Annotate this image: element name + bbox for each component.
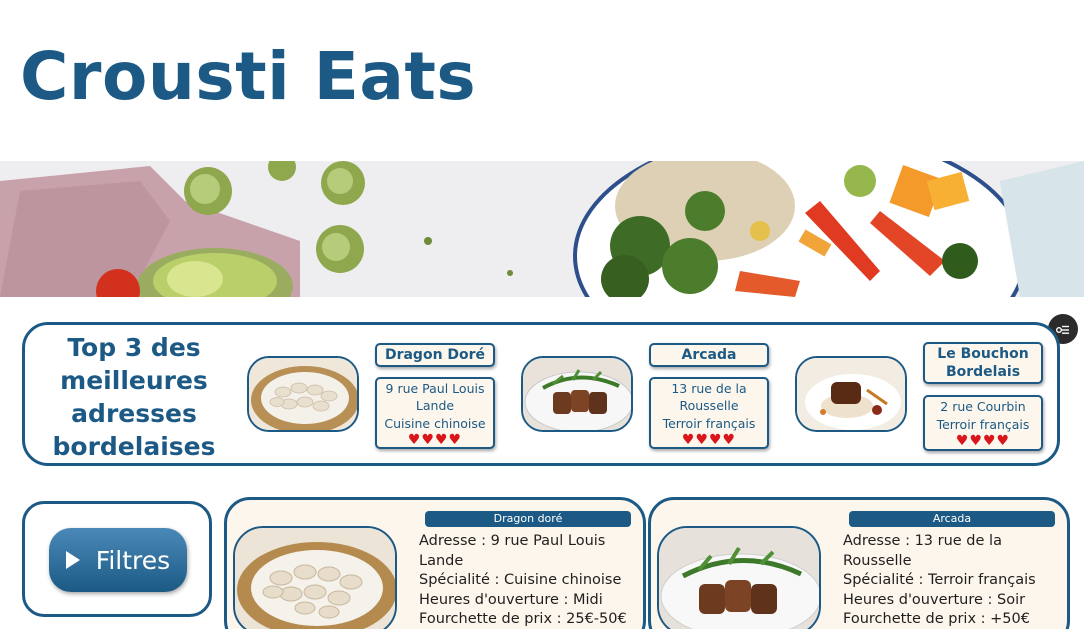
top3-item-cuisine: Cuisine chinoise (384, 416, 486, 431)
restaurant-card-dragon-dore[interactable]: Dragon doré Adresse : 9 rue Paul Louis L… (224, 497, 646, 629)
restaurant-name-header: Dragon doré (425, 511, 631, 527)
restaurant-address: Adresse : 13 rue de la Rousselle (843, 533, 1002, 569)
play-triangle-icon (65, 551, 80, 569)
top3-item-info-1: 9 rue Paul Louis Lande Cuisine chinoise … (375, 377, 495, 449)
top3-arcada-image[interactable] (521, 356, 633, 432)
restaurant-address: Adresse : 9 rue Paul Louis Lande (419, 533, 606, 569)
restaurant-card-arcada[interactable]: Arcada Adresse : 13 rue de la Rousselle … (648, 497, 1070, 629)
restaurant-specialty: Spécialité : Terroir français (843, 572, 1036, 588)
filters-panel: Filtres (22, 501, 212, 617)
top3-item-address: 13 rue de la Rousselle (671, 381, 747, 413)
restaurant-hours: Heures d'ouverture : Midi (419, 591, 603, 608)
settings-sliders-icon (1056, 325, 1069, 334)
restaurant-image (233, 526, 397, 629)
top3-item-info-3: 2 rue Courbin Terroir français ♥♥♥♥ (923, 395, 1043, 451)
top3-item-name-3[interactable]: Le Bouchon Bordelais (923, 342, 1043, 384)
top3-section: Top 3 des meilleures adresses bordelaise… (22, 322, 1060, 466)
heart-rating-icon: ♥♥♥♥ (955, 433, 1011, 449)
restaurant-image (657, 526, 821, 629)
top3-item-name-1[interactable]: Dragon Doré (375, 343, 495, 367)
restaurant-name-header: Arcada (849, 511, 1055, 527)
restaurant-hours: Heures d'ouverture : Soir (843, 591, 1026, 608)
top3-title: Top 3 des meilleures adresses bordelaise… (52, 333, 216, 461)
hero-banner-image (0, 161, 1084, 297)
restaurant-specialty: Spécialité : Cuisine chinoise (419, 572, 622, 588)
top3-item-name-2[interactable]: Arcada (649, 343, 769, 367)
top3-item-address: 2 rue Courbin (940, 399, 1026, 414)
restaurant-price: Fourchette de prix : 25€-50€ (419, 611, 627, 627)
site-title: Crousti Eats (20, 38, 477, 115)
top3-item-cuisine: Terroir français (936, 417, 1030, 432)
top3-item-info-2: 13 rue de la Rousselle Terroir français … (649, 377, 769, 449)
restaurant-details: Adresse : 13 rue de la Rousselle Spécial… (843, 532, 1063, 629)
heart-rating-icon: ♥♥♥♥ (407, 432, 463, 448)
top3-item-name-text: Le Bouchon Bordelais (937, 346, 1029, 380)
filters-button[interactable]: Filtres (49, 528, 187, 592)
top3-item-cuisine: Terroir français (662, 416, 756, 431)
top3-bouchon-image[interactable] (795, 356, 907, 432)
filters-button-label: Filtres (95, 545, 171, 575)
heart-rating-icon: ♥♥♥♥ (681, 432, 737, 448)
top3-item-name-text: Arcada (681, 347, 737, 363)
top3-dragon-dore-image[interactable] (247, 356, 359, 432)
top3-item-name-text: Dragon Doré (384, 347, 486, 363)
restaurant-details: Adresse : 9 rue Paul Louis Lande Spécial… (419, 532, 639, 629)
top3-item-address: 9 rue Paul Louis Lande (385, 381, 485, 413)
restaurant-price: Fourchette de prix : +50€ (843, 611, 1030, 627)
